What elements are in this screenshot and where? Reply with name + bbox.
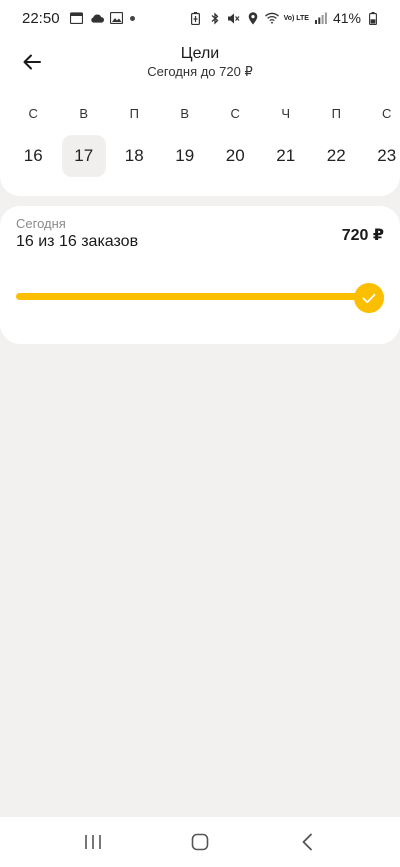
recent-apps-button[interactable] <box>63 822 123 862</box>
date-row: 16 17 18 19 20 21 22 23 <box>8 134 400 178</box>
status-bar: 22:50 Vo) LTE 41% <box>0 0 400 36</box>
calendar-day[interactable]: 17 <box>59 134 110 178</box>
screen: 22:50 Vo) LTE 41% Цели Сегодня до 720 ₽ … <box>0 0 400 867</box>
weekday-label: Ч <box>281 106 291 121</box>
calendar-day-number: 23 <box>377 146 397 165</box>
bluetooth-icon <box>208 11 222 25</box>
calendar-day[interactable]: 20 <box>210 134 261 178</box>
calendar-day-number: 21 <box>276 146 296 165</box>
calendar-icon <box>70 11 84 25</box>
weekday-label: П <box>129 106 139 121</box>
signal-icon <box>314 11 328 25</box>
calendar-day-number: 18 <box>124 146 144 165</box>
back-icon <box>302 833 312 851</box>
calendar-day[interactable]: 23 <box>362 134 400 178</box>
calendar-day-number: 17 <box>61 135 106 177</box>
page-subtitle: Сегодня до 720 ₽ <box>147 64 253 79</box>
calendar-day-number: 22 <box>326 146 346 165</box>
header-card: Цели Сегодня до 720 ₽ С В П В С Ч П С 16… <box>0 36 400 196</box>
progress-track <box>16 293 384 300</box>
goal-label: Сегодня <box>16 216 66 231</box>
network-label: Vo) LTE <box>283 14 309 22</box>
calendar-day[interactable]: 21 <box>261 134 312 178</box>
navigation-bar <box>0 817 400 867</box>
weekday-label: С <box>28 106 38 121</box>
recent-apps-icon <box>85 835 102 849</box>
calendar-day[interactable]: 18 <box>109 134 160 178</box>
weekday-label: С <box>382 106 392 121</box>
goal-progress-text: 16 из 16 заказов <box>16 233 139 250</box>
dot-icon <box>129 15 135 21</box>
progress-complete-badge <box>354 283 384 313</box>
calendar-day-number: 20 <box>225 146 245 165</box>
battery-icon <box>366 11 380 25</box>
calendar-day-number: 16 <box>23 146 43 165</box>
check-icon <box>362 293 376 303</box>
system-back-button[interactable] <box>277 822 337 862</box>
calendar-day[interactable]: 19 <box>160 134 211 178</box>
weekday-label: В <box>79 106 89 121</box>
home-button[interactable] <box>170 822 230 862</box>
home-icon <box>191 833 209 851</box>
weekday-label: В <box>180 106 190 121</box>
cloud-icon <box>90 11 104 25</box>
mute-icon <box>227 11 241 25</box>
battery-saver-icon <box>189 11 203 25</box>
calendar-day[interactable]: 22 <box>311 134 362 178</box>
wifi-icon <box>264 11 279 25</box>
status-time: 22:50 <box>22 9 60 27</box>
weekday-label: С <box>230 106 240 121</box>
weekday-label: П <box>331 106 341 121</box>
page-title: Цели <box>180 45 220 62</box>
weekday-row: С В П В С Ч П С <box>8 106 400 121</box>
battery-percent: 41% <box>332 10 361 26</box>
progress-fill <box>16 293 384 300</box>
calendar-day-number: 19 <box>175 146 195 165</box>
calendar-day[interactable]: 16 <box>8 134 59 178</box>
status-left: 22:50 <box>22 10 135 27</box>
status-right: Vo) LTE 41% <box>189 10 380 26</box>
image-icon <box>110 11 124 25</box>
goal-amount: 720 ₽ <box>341 227 384 244</box>
goal-card[interactable]: Сегодня 16 из 16 заказов 720 ₽ <box>0 206 400 344</box>
location-icon <box>246 11 260 25</box>
